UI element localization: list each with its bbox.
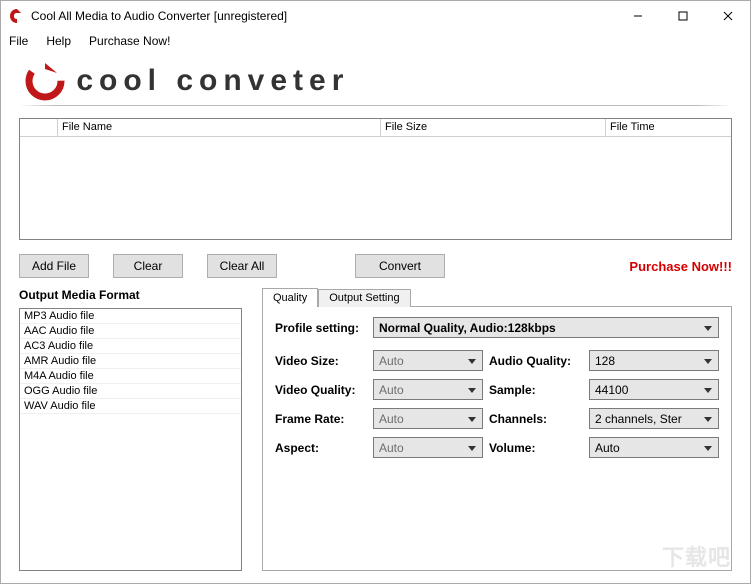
logo-underline: [19, 105, 732, 106]
format-item[interactable]: AMR Audio file: [20, 354, 241, 369]
volume-value: Auto: [595, 441, 620, 455]
app-icon: [9, 8, 25, 24]
volume-label: Volume:: [489, 441, 583, 455]
clear-button[interactable]: Clear: [113, 254, 183, 278]
format-item[interactable]: M4A Audio file: [20, 369, 241, 384]
format-item[interactable]: AC3 Audio file: [20, 339, 241, 354]
maximize-button[interactable]: [660, 1, 705, 31]
format-item[interactable]: OGG Audio file: [20, 384, 241, 399]
menu-file[interactable]: File: [7, 32, 30, 50]
file-table-body: [20, 137, 731, 239]
frame-rate-select[interactable]: Auto: [373, 408, 483, 429]
frame-rate-label: Frame Rate:: [275, 412, 367, 426]
clear-all-button[interactable]: Clear All: [207, 254, 277, 278]
format-list[interactable]: MP3 Audio file AAC Audio file AC3 Audio …: [19, 308, 242, 571]
tab-output-setting[interactable]: Output Setting: [318, 289, 410, 307]
column-filesize[interactable]: File Size: [381, 119, 606, 137]
convert-button[interactable]: Convert: [355, 254, 445, 278]
window-title: Cool All Media to Audio Converter [unreg…: [31, 9, 615, 23]
file-table: File Name File Size File Time: [19, 118, 732, 240]
format-item[interactable]: WAV Audio file: [20, 399, 241, 414]
column-filename[interactable]: File Name: [58, 119, 381, 137]
video-quality-label: Video Quality:: [275, 383, 367, 397]
output-format-heading: Output Media Format: [19, 288, 242, 302]
tabs: Quality Output Setting: [262, 288, 732, 306]
tab-body-quality: Profile setting: Normal Quality, Audio:1…: [262, 306, 732, 571]
aspect-label: Aspect:: [275, 441, 367, 455]
audio-quality-select[interactable]: 128: [589, 350, 719, 371]
output-format-panel: Output Media Format MP3 Audio file AAC A…: [19, 288, 242, 571]
logo-icon: [19, 59, 73, 103]
channels-select[interactable]: 2 channels, Ster: [589, 408, 719, 429]
column-filetime[interactable]: File Time: [606, 119, 731, 137]
channels-value: 2 channels, Ster: [595, 412, 682, 426]
sample-label: Sample:: [489, 383, 583, 397]
aspect-value: Auto: [379, 441, 404, 455]
video-quality-select[interactable]: Auto: [373, 379, 483, 400]
video-quality-value: Auto: [379, 383, 404, 397]
video-size-label: Video Size:: [275, 354, 367, 368]
button-row: Add File Clear Clear All Convert Purchas…: [19, 254, 732, 278]
close-button[interactable]: [705, 1, 750, 31]
sample-select[interactable]: 44100: [589, 379, 719, 400]
menu-help[interactable]: Help: [44, 32, 73, 50]
logo-area: cool conveter: [1, 51, 750, 110]
file-table-header: File Name File Size File Time: [20, 119, 731, 137]
menu-purchase[interactable]: Purchase Now!: [87, 32, 172, 50]
channels-label: Channels:: [489, 412, 583, 426]
video-size-select[interactable]: Auto: [373, 350, 483, 371]
purchase-now-link[interactable]: Purchase Now!!!: [629, 259, 732, 274]
tab-quality[interactable]: Quality: [262, 288, 318, 307]
frame-rate-value: Auto: [379, 412, 404, 426]
minimize-button[interactable]: [615, 1, 660, 31]
audio-quality-value: 128: [595, 354, 615, 368]
menubar: File Help Purchase Now!: [1, 31, 750, 51]
video-size-value: Auto: [379, 354, 404, 368]
titlebar: Cool All Media to Audio Converter [unreg…: [1, 1, 750, 31]
profile-setting-value: Normal Quality, Audio:128kbps: [379, 321, 556, 335]
add-file-button[interactable]: Add File: [19, 254, 89, 278]
profile-setting-label: Profile setting:: [275, 321, 367, 335]
aspect-select[interactable]: Auto: [373, 437, 483, 458]
logo-text: cool conveter: [76, 64, 349, 98]
format-item[interactable]: MP3 Audio file: [20, 309, 241, 324]
volume-select[interactable]: Auto: [589, 437, 719, 458]
window-controls: [615, 1, 750, 31]
audio-quality-label: Audio Quality:: [489, 354, 583, 368]
profile-setting-select[interactable]: Normal Quality, Audio:128kbps: [373, 317, 719, 338]
settings-panel: Quality Output Setting Profile setting: …: [262, 288, 732, 571]
format-item[interactable]: AAC Audio file: [20, 324, 241, 339]
sample-value: 44100: [595, 383, 628, 397]
column-checkbox[interactable]: [20, 119, 58, 137]
